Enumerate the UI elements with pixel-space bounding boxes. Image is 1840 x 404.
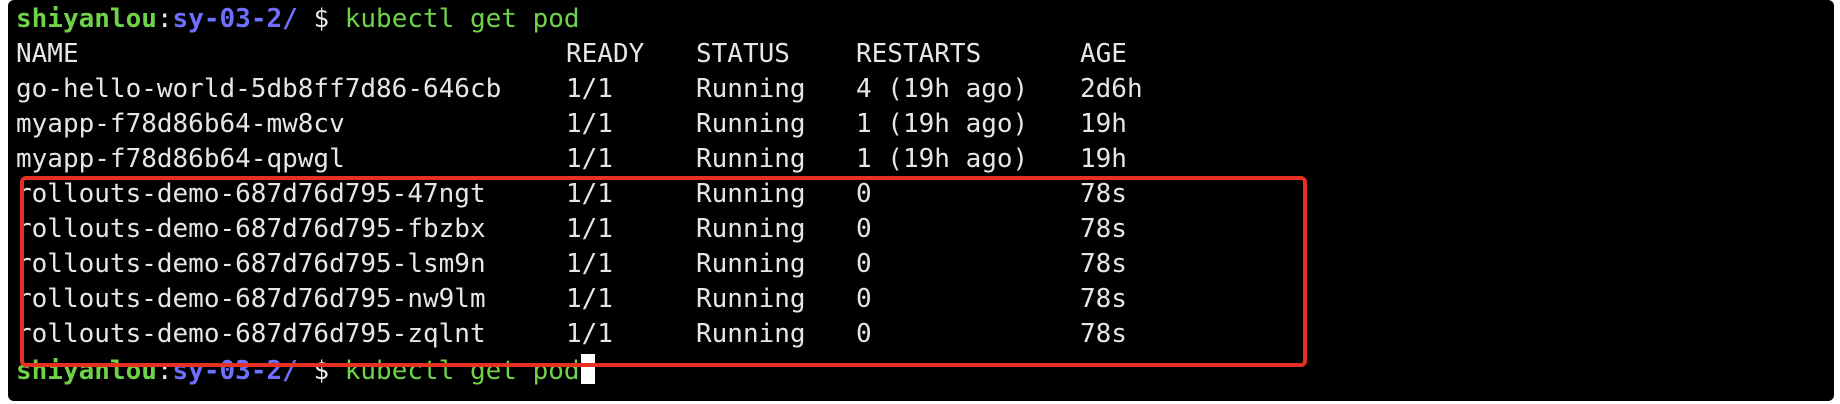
pod-status: Running xyxy=(696,319,806,349)
pod-name: rollouts-demo-687d76d795-47ngt xyxy=(16,179,486,209)
table-row: rollouts-demo-687d76d795-zqlnt 1/1 Runni… xyxy=(16,317,1127,352)
pod-status: Running xyxy=(696,179,806,209)
table-row: go-hello-world-5db8ff7d86-646cb 1/1 Runn… xyxy=(16,72,1143,107)
pod-ready: 1/1 xyxy=(566,144,613,174)
pod-ready: 1/1 xyxy=(566,109,613,139)
pod-age: 2d6h xyxy=(1080,74,1143,104)
pod-status: Running xyxy=(696,284,806,314)
table-header: NAME READY STATUS RESTARTS AGE xyxy=(16,37,1127,72)
pod-restarts: 0 xyxy=(856,319,872,349)
pod-status: Running xyxy=(696,74,806,104)
prompt-dollar: $ xyxy=(313,356,330,386)
pod-ready: 1/1 xyxy=(566,214,613,244)
prompt-line-1: shiyanlou:sy-03-2/ $ kubectl get pod xyxy=(16,2,580,37)
prompt-user: shiyanlou xyxy=(16,356,157,386)
pod-restarts: 0 xyxy=(856,249,872,279)
pod-ready: 1/1 xyxy=(566,284,613,314)
table-row: rollouts-demo-687d76d795-lsm9n 1/1 Runni… xyxy=(16,247,1127,282)
pod-status: Running xyxy=(696,144,806,174)
prompt-colon: : xyxy=(156,4,173,34)
pod-restarts: 1 (19h ago) xyxy=(856,144,1029,174)
prompt-line-2[interactable]: shiyanlou:sy-03-2/ $ kubectl get pod xyxy=(16,354,595,389)
pod-ready: 1/1 xyxy=(566,74,613,104)
pod-age: 78s xyxy=(1080,179,1127,209)
pod-status: Running xyxy=(696,214,806,244)
prompt-user: shiyanlou xyxy=(16,4,157,34)
pod-age: 78s xyxy=(1080,249,1127,279)
pod-name: rollouts-demo-687d76d795-nw9lm xyxy=(16,284,486,314)
table-row: myapp-f78d86b64-mw8cv 1/1 Running 1 (19h… xyxy=(16,107,1127,142)
prompt-colon: : xyxy=(156,356,173,386)
pod-restarts: 0 xyxy=(856,284,872,314)
header-restarts: RESTARTS xyxy=(856,39,982,69)
prompt-command: kubectl get pod xyxy=(344,4,580,34)
table-row: rollouts-demo-687d76d795-47ngt 1/1 Runni… xyxy=(16,177,1127,212)
prompt-path: sy-03-2/ xyxy=(172,4,298,34)
pod-name: rollouts-demo-687d76d795-zqlnt xyxy=(16,319,486,349)
table-row: rollouts-demo-687d76d795-fbzbx 1/1 Runni… xyxy=(16,212,1127,247)
pod-status: Running xyxy=(696,109,806,139)
pod-name: rollouts-demo-687d76d795-fbzbx xyxy=(16,214,486,244)
terminal-window[interactable]: shiyanlou:sy-03-2/ $ kubectl get pod NAM… xyxy=(8,0,1834,401)
pod-age: 78s xyxy=(1080,319,1127,349)
pod-name: go-hello-world-5db8ff7d86-646cb xyxy=(16,74,502,104)
pod-status: Running xyxy=(696,249,806,279)
table-row: rollouts-demo-687d76d795-nw9lm 1/1 Runni… xyxy=(16,282,1127,317)
header-ready: READY xyxy=(566,39,645,69)
header-age: AGE xyxy=(1080,39,1127,69)
pod-age: 19h xyxy=(1080,144,1127,174)
prompt-dollar: $ xyxy=(313,4,330,34)
pod-ready: 1/1 xyxy=(566,249,613,279)
prompt-path: sy-03-2/ xyxy=(172,356,298,386)
pod-name: rollouts-demo-687d76d795-lsm9n xyxy=(16,249,486,279)
pod-age: 78s xyxy=(1080,214,1127,244)
pod-name: myapp-f78d86b64-qpwgl xyxy=(16,144,345,174)
header-status: STATUS xyxy=(696,39,790,69)
pod-restarts: 4 (19h ago) xyxy=(856,74,1029,104)
prompt-command: kubectl get pod xyxy=(344,356,580,386)
pod-age: 78s xyxy=(1080,284,1127,314)
table-row: myapp-f78d86b64-qpwgl 1/1 Running 1 (19h… xyxy=(16,142,1127,177)
pod-ready: 1/1 xyxy=(566,319,613,349)
pod-age: 19h xyxy=(1080,109,1127,139)
pod-restarts: 0 xyxy=(856,179,872,209)
text-cursor xyxy=(580,354,595,384)
pod-ready: 1/1 xyxy=(566,179,613,209)
pod-name: myapp-f78d86b64-mw8cv xyxy=(16,109,345,139)
pod-restarts: 0 xyxy=(856,214,872,244)
pod-restarts: 1 (19h ago) xyxy=(856,109,1029,139)
header-name: NAME xyxy=(16,39,79,69)
